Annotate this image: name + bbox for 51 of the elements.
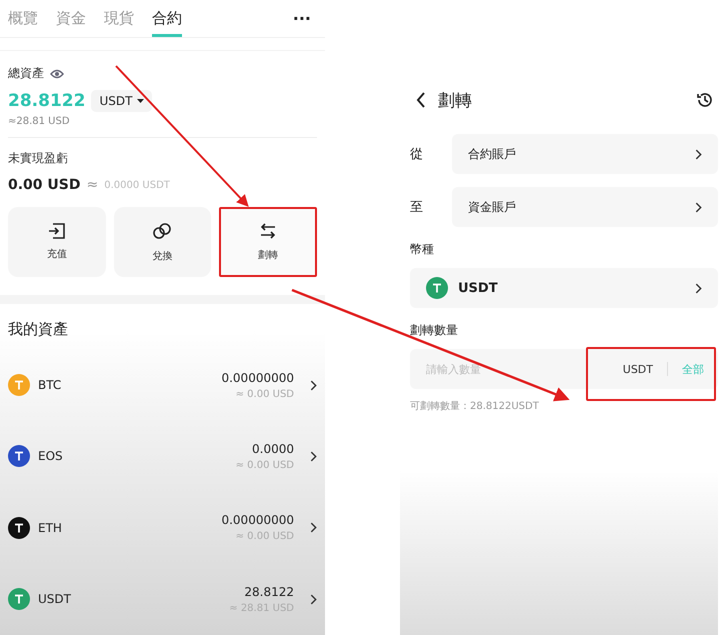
unit-label: USDT [622, 362, 653, 376]
history-icon[interactable] [696, 91, 714, 109]
asset-symbol: BTC [38, 378, 62, 392]
asset-amount: 0.00000000 [221, 370, 294, 385]
more-menu-button[interactable]: ··· [286, 9, 317, 28]
asset-usd-value: ≈ 0.00 USD [236, 531, 294, 542]
chevron-right-icon [695, 202, 702, 212]
pnl-value: 0.00 USD [8, 177, 80, 194]
to-label: 至 [410, 199, 424, 216]
tab[interactable]: 合約 [152, 2, 182, 37]
chevron-right-icon [310, 450, 317, 462]
chevron-right-icon [310, 522, 317, 534]
chevron-right-icon [695, 282, 702, 294]
transfer-arrows-icon [260, 222, 276, 240]
asset-symbol: ETH [38, 520, 63, 535]
coin-selector[interactable]: USDT [410, 268, 718, 308]
asset-usd-value: ≈ 0.00 USD [236, 460, 294, 471]
asset-symbol: USDT [38, 592, 72, 606]
convert-icon [152, 221, 172, 242]
chevron-right-icon [310, 380, 317, 391]
asset-amount: 0.0000 [252, 442, 294, 456]
back-button[interactable] [416, 92, 426, 108]
available-amount-text: 可劃轉數量：28.8122USDT [410, 400, 540, 413]
action-button[interactable]: 充值 [8, 207, 106, 278]
chevron-right-icon [695, 148, 702, 160]
approx-sign: ≈ [86, 177, 98, 194]
to-account-selector[interactable]: 資金賬戶 [452, 187, 718, 227]
chevron-right-icon [310, 594, 317, 605]
currency-dropdown[interactable]: USDT [91, 90, 152, 112]
total-assets-label: 總資產 [8, 65, 44, 82]
asset-symbol: EOS [38, 449, 64, 464]
asset-usd-value: ≈ 0.00 USD [236, 388, 294, 400]
amount-label: 劃轉數量 [410, 322, 459, 339]
total-assets-value: 28.8122 [8, 91, 86, 112]
asset-amount: 28.8122 [244, 584, 294, 599]
amount-field[interactable]: 請輸入數量 USDT 全部 [410, 349, 718, 389]
page-title: 劃轉 [438, 90, 472, 112]
from-account-selector[interactable]: 合約賬戶 [452, 134, 718, 174]
caret-icon [137, 99, 144, 104]
deposit-icon [48, 223, 66, 240]
from-label: 從 [410, 146, 424, 163]
unrealized-pnl-label: 未實現盈虧 [8, 150, 69, 168]
action-button[interactable]: 兌換 [114, 207, 212, 278]
pnl-usdt-value: 0.0000 USDT [104, 180, 170, 191]
my-assets-title: 我的資產 [7, 319, 69, 340]
coin-label: 幣種 [410, 241, 435, 258]
coin-icon [426, 277, 448, 299]
eye-icon[interactable] [50, 68, 64, 79]
action-button[interactable]: 劃轉 [219, 207, 317, 278]
asset-amount: 0.00000000 [221, 513, 294, 528]
total-usd-value: ≈28.81 USD [8, 116, 71, 128]
